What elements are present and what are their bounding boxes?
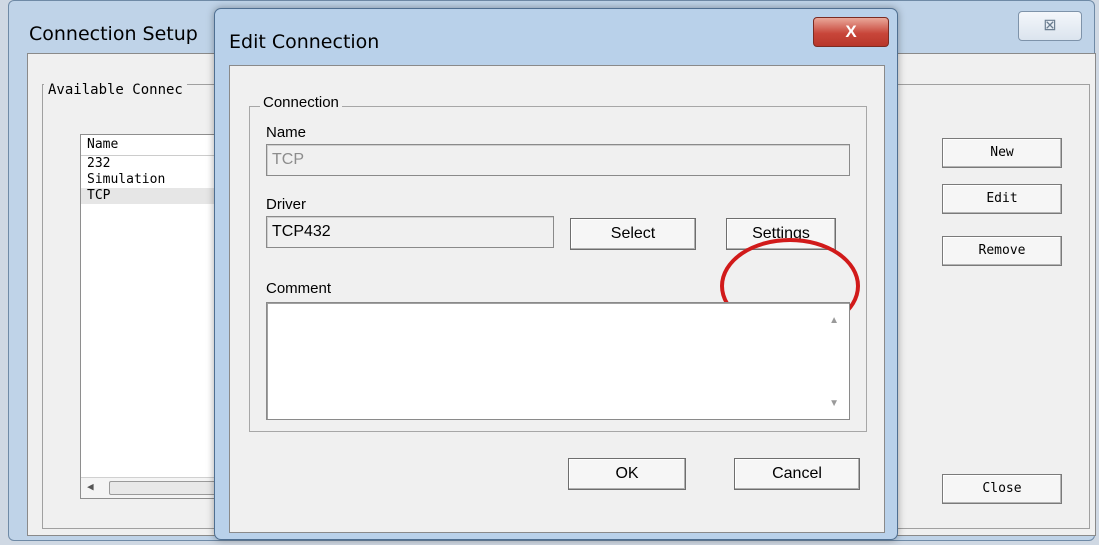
new-button[interactable]: New [942,138,1062,168]
scroll-left-icon[interactable]: ◀ [87,480,94,493]
select-button[interactable]: Select [570,218,696,250]
scroll-thumb[interactable] [109,481,221,495]
comment-label: Comment [266,280,332,297]
driver-field[interactable]: TCP432 [266,216,554,248]
name-label: Name [266,124,307,141]
ok-button[interactable]: OK [568,458,686,490]
name-field[interactable]: TCP [266,144,850,176]
dialog-close-button[interactable]: X [813,17,889,47]
connection-setup-close-button[interactable]: ⊠ [1018,11,1082,41]
scroll-down-icon[interactable]: ▼ [829,398,839,409]
comment-textarea[interactable]: ▲ ▼ [266,302,850,420]
driver-label: Driver [266,196,306,213]
close-button[interactable]: Close [942,474,1062,504]
available-connections-label: Available Connec [44,82,187,98]
remove-button[interactable]: Remove [942,236,1062,266]
scroll-up-icon[interactable]: ▲ [829,315,839,326]
connection-group-label: Connection [260,94,342,111]
edit-connection-dialog: Edit Connection X Connection Name TCP Dr… [214,8,898,540]
connection-setup-title: Connection Setup [29,23,198,45]
cancel-button[interactable]: Cancel [734,458,860,490]
edit-connection-title: Edit Connection [229,31,380,53]
edit-connection-client: Connection Name TCP Driver TCP432 Select… [229,65,885,533]
edit-button[interactable]: Edit [942,184,1062,214]
